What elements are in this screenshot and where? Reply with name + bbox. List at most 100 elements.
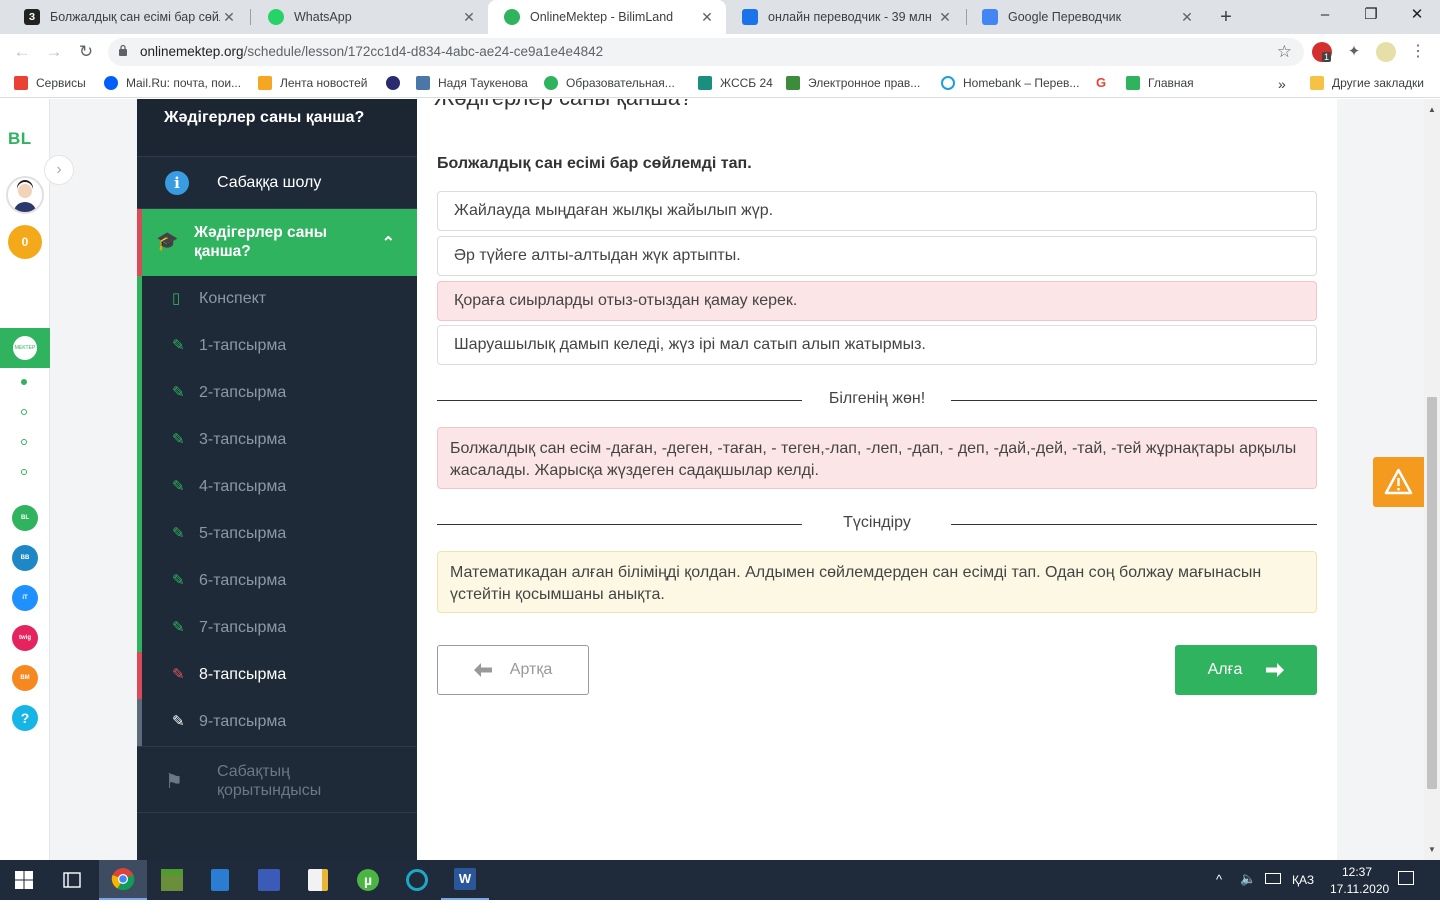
tab-2[interactable]: WhatsApp ✕ [252,0,488,34]
twig-icon[interactable]: twig [12,625,38,651]
close-icon[interactable]: ✕ [460,9,478,26]
close-icon[interactable]: ✕ [1178,9,1196,26]
rail-dot[interactable] [21,379,27,385]
tab-1[interactable]: З Болжалдық сан есімі бар сөйле ✕ [8,0,248,34]
windows-start-icon[interactable] [0,860,48,900]
expand-rail-button[interactable]: › [44,155,74,185]
education-icon [544,76,558,90]
report-warning-button[interactable] [1373,457,1424,507]
answer-option-3-wrong[interactable]: Қораға сиырларды отыз-отыздан қамау кере… [437,281,1317,321]
answer-option-2[interactable]: Әр түйеге алты-алтыдан жүк артыпты. [437,236,1317,276]
sidebar-item-summary[interactable]: ⚑ Сабақтың қорытындысы [137,746,417,813]
new-tab-button[interactable]: + [1214,4,1238,30]
network-icon[interactable] [1265,873,1281,913]
address-bar[interactable]: onlinemektep.org/schedule/lesson/172cc1d… [108,38,1304,66]
minecraft-taskbar-icon[interactable] [148,860,196,900]
bl-logo[interactable]: BL [8,129,32,149]
chrome-taskbar-icon[interactable] [99,860,147,900]
rail-dot[interactable] [21,409,27,415]
minimize-button[interactable]: – [1302,0,1348,30]
edit-icon: ✎ [172,572,185,589]
close-icon[interactable]: ✕ [220,9,238,26]
sidebar-item-task-9[interactable]: ✎ 9-тапсырма [142,699,417,746]
sidebar-item-overview[interactable]: i Сабаққа шолу [137,156,417,209]
rail-dot[interactable] [21,469,27,475]
bookmark-vk[interactable]: Надя Таукенова [416,76,528,90]
google-translate-icon [982,9,998,25]
tray-chevron-icon[interactable]: ^ [1216,872,1222,912]
save-disk-taskbar-icon[interactable] [245,860,293,900]
close-window-button[interactable]: ✕ [1394,0,1440,30]
bilim-book-icon[interactable]: BB [12,545,38,571]
documents-taskbar-icon[interactable] [294,860,342,900]
bookmark-education[interactable]: Образовательная... [544,76,675,90]
chevron-up-icon[interactable]: ⌃ [382,233,395,253]
bookmark-homebank[interactable]: Homebank – Перев... [941,76,1079,90]
tab-favicon: З [24,9,40,25]
scroll-down-icon[interactable]: ▼ [1424,845,1440,854]
adblock-extension-icon[interactable]: 1 [1312,42,1332,62]
bilim-land-icon[interactable]: BL [12,505,38,531]
avatar[interactable] [6,176,44,214]
sidebar-item-task-8[interactable]: ✎ 8-тапсырма [142,652,417,699]
edit-icon: ✎ [172,666,185,683]
help-icon[interactable]: ? [12,705,38,731]
sidebar-item-konspekt[interactable]: ▯ Конспект [142,276,417,323]
browser-tab-strip: З Болжалдық сан есімі бар сөйле ✕ WhatsA… [0,0,1440,34]
bookmarks-overflow-icon[interactable]: » [1278,76,1286,92]
bilim-media-icon[interactable]: BM [12,665,38,691]
tab-5[interactable]: Google Переводчик ✕ [966,0,1206,34]
extensions-puzzle-icon[interactable]: ✦ [1344,42,1364,62]
bookmark-services[interactable]: Сервисы [14,76,86,90]
bookmark-zhssb[interactable]: ЖССБ 24 [698,76,773,90]
sidebar-item-task-6[interactable]: ✎ 6-тапсырма [142,558,417,605]
bookmark-egov[interactable]: Электронное прав... [786,76,920,90]
profile-avatar[interactable] [1376,42,1396,62]
back-button[interactable]: Артқа [437,645,589,695]
bookmark-main[interactable]: Главная [1126,76,1194,90]
calculator-taskbar-icon[interactable] [196,860,244,900]
arrow-left-icon [473,663,492,677]
reload-icon[interactable]: ↻ [74,41,98,63]
graduation-cap-icon: 🎓 [156,231,179,251]
volume-icon[interactable]: 🔈 [1240,871,1256,911]
back-arrow-icon[interactable]: ← [10,41,34,63]
word-taskbar-icon[interactable]: W [441,860,489,900]
bookmark-mailru[interactable]: Mail.Ru: почта, пои... [104,76,241,90]
itest-icon[interactable]: iT [12,585,38,611]
close-icon[interactable]: ✕ [698,9,716,26]
bookmark-star-icon[interactable]: ☆ [1277,42,1292,62]
tab-3-active[interactable]: OnlineMektep - BilimLand ✕ [488,0,726,34]
scrollbar-thumb[interactable] [1427,397,1437,789]
answer-option-4[interactable]: Шаруашылық дамып келеді, жүз ірі мал сат… [437,325,1317,365]
sidebar-item-task-5[interactable]: ✎ 5-тапсырма [142,511,417,558]
bookmark-news[interactable]: Лента новостей [258,76,368,90]
rail-app-online-mektep[interactable]: MEKTEP [0,328,50,368]
clock[interactable]: 12:37 17.11.2020 [1330,864,1389,904]
sidebar-item-task-2[interactable]: ✎ 2-тапсырма [142,370,417,417]
task-view-icon[interactable] [48,860,96,900]
menu-dots-icon[interactable]: ⋮ [1408,42,1428,62]
rail-dot[interactable] [21,439,27,445]
sidebar-item-task-1[interactable]: ✎ 1-тапсырма [142,323,417,370]
sidebar-topic-expanded[interactable]: 🎓 Жәдігерлер саны қанша? ⌃ [137,209,417,276]
maximize-button[interactable]: ❐ [1348,0,1394,30]
next-button[interactable]: Алға [1175,645,1317,695]
scroll-up-icon[interactable]: ▲ [1424,105,1440,114]
notifications-icon[interactable] [1398,871,1414,911]
sidebar-item-task-3[interactable]: ✎ 3-тапсырма [142,417,417,464]
language-indicator[interactable]: ҚАЗ [1292,873,1314,913]
bookmark-google[interactable]: G [1096,76,1118,90]
extension-badge: 1 [1322,52,1332,62]
forward-arrow-icon[interactable]: → [42,41,66,63]
page-scrollbar[interactable]: ▲ ▼ [1424,99,1440,860]
sidebar-item-task-4[interactable]: ✎ 4-тапсырма [142,464,417,511]
bookmark-other[interactable]: Другие закладки [1310,76,1424,90]
close-icon[interactable]: ✕ [936,9,954,26]
sidebar-item-task-7[interactable]: ✎ 7-тапсырма [142,605,417,652]
utorrent-taskbar-icon[interactable]: µ [344,860,392,900]
bookmark-unnamed[interactable] [386,76,408,90]
tab-4[interactable]: онлайн переводчик - 39 млн ре ✕ [726,0,964,34]
answer-option-1[interactable]: Жайлауда мыңдаған жылқы жайылып жүр. [437,191,1317,231]
app-taskbar-icon[interactable] [393,860,441,900]
